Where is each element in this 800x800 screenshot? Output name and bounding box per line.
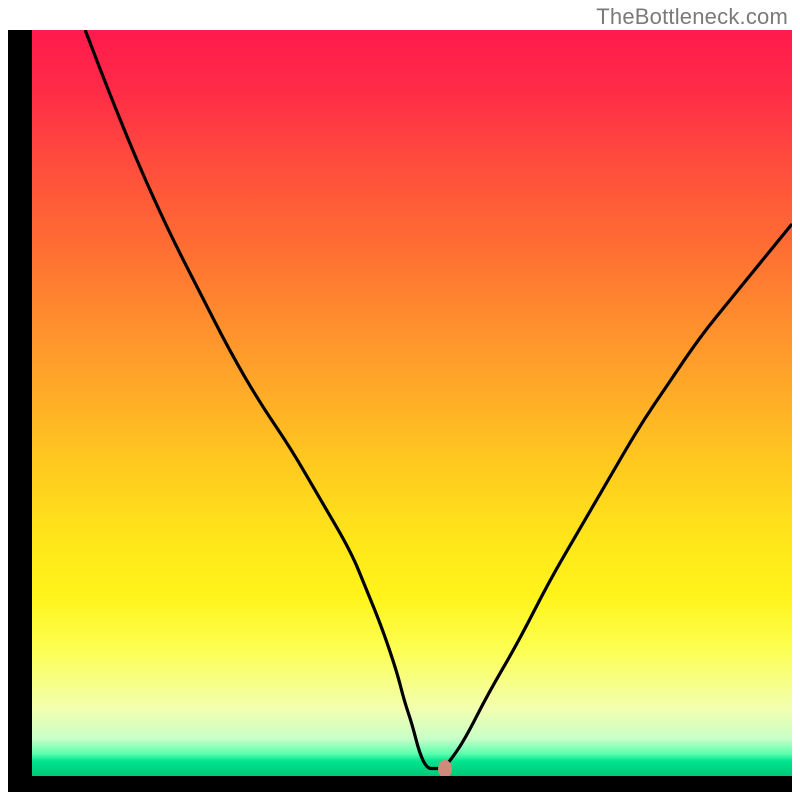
bottleneck-curve [32, 30, 792, 776]
attribution-text: TheBottleneck.com [596, 4, 788, 30]
optimal-point-marker [438, 760, 452, 776]
plot-area [32, 30, 792, 776]
plot-frame [8, 30, 792, 792]
